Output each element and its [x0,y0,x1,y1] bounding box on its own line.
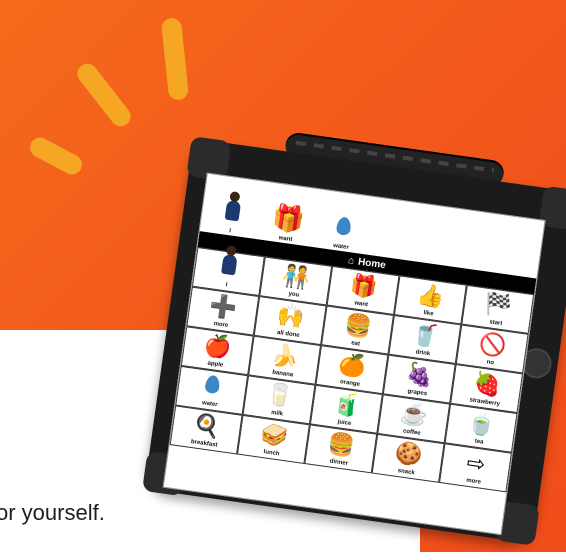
start-flag-icon: 🏁 [483,290,514,319]
tea-icon: 🍵 [466,408,498,438]
symbol-label: start [488,318,503,327]
message-word[interactable]: 🎁 want [261,186,316,246]
symbol-label: I [225,281,228,288]
eat-icon: 🍔 [342,310,374,340]
like-icon: 👍 [415,280,447,310]
lunch-icon: 🥪 [258,420,290,449]
aac-screen: I 🎁 want water ⌂ Home I 🧑‍🤝‍🧑 you 🎁 want 👍 lik… [162,172,546,536]
symbol-label: no [486,358,495,366]
tablet-device: I 🎁 want water ⌂ Home I 🧑‍🤝‍🧑 you 🎁 want 👍 lik… [142,125,566,546]
symbol-button[interactable]: 🥪 lunch [236,414,310,464]
symbol-label: like [423,309,434,317]
symbol-label: dinner [329,458,349,467]
more-arrow-icon: ⇨ [465,449,488,477]
apple-icon: 🍎 [202,331,234,361]
milk-icon: 🥛 [264,380,296,410]
symbol-label: all done [276,329,300,339]
banana-icon: 🍌 [269,340,301,370]
symbol-label: water [201,399,218,408]
strawberry-icon: 🍓 [471,369,503,398]
water-drop-icon [204,372,221,400]
page-title: Home [357,256,387,271]
grapes-icon: 🍇 [404,359,436,389]
symbol-button[interactable]: 🍪 snack [371,433,445,483]
symbol-label: more [465,477,482,486]
symbol-label: milk [270,409,284,417]
dinner-icon: 🍔 [326,429,357,459]
tagline-text: or yourself. [0,500,105,525]
symbol-label: lunch [263,448,280,457]
want-icon: 🎁 [348,271,380,300]
all-done-icon: 🙌 [275,301,307,330]
message-word[interactable]: water [317,194,372,254]
want-icon: 🎁 [270,200,307,235]
message-word[interactable]: I [206,178,261,238]
tablet-case: I 🎁 want water ⌂ Home I 🧑‍🤝‍🧑 you 🎁 want 👍 lik… [142,136,566,546]
breakfast-icon: 🍳 [191,410,223,440]
juice-icon: 🧃 [331,390,363,419]
symbol-button[interactable]: ⇨ more [439,443,512,493]
home-icon: ⌂ [347,254,355,267]
symbol-label: want [353,299,369,308]
symbol-label: tea [474,437,484,446]
orange-icon: 🍊 [337,350,368,379]
coffee-icon: ☕ [399,399,430,429]
symbol-label: apple [207,360,224,369]
drink-icon: 🥤 [410,320,441,349]
symbol-grid: I 🧑‍🤝‍🧑 you 🎁 want 👍 like 🏁 start ➕ more 🙌 all done 🍔… [164,246,535,532]
symbol-label: snack [397,467,416,476]
snack-icon: 🍪 [393,439,425,468]
symbol-label: juice [337,418,352,427]
symbol-label: drink [415,348,431,357]
symbol-button[interactable]: 🍳 breakfast [169,405,243,455]
more-icon: ➕ [208,291,239,321]
person-icon [220,253,238,281]
symbol-label: you [288,290,300,299]
symbol-label: orange [339,378,361,388]
symbol-label: coffee [402,427,421,437]
symbol-button[interactable]: 🍔 dinner [304,424,378,474]
symbol-label: grapes [407,388,428,397]
symbol-label: more [213,320,229,329]
symbol-label: eat [350,339,361,347]
person-icon [213,191,253,230]
water-drop-icon [324,207,364,246]
symbol-label: banana [271,369,294,379]
no-icon: 🚫 [477,329,509,359]
you-icon: 🧑‍🤝‍🧑 [281,261,312,291]
